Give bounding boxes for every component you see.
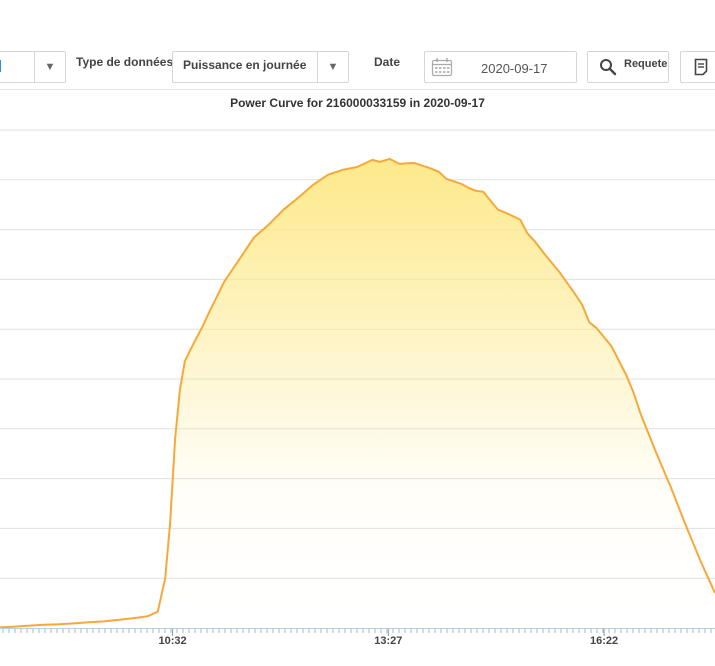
x-tick-label: 16:22 (590, 635, 618, 647)
x-minor-ticks (2, 629, 712, 633)
x-tick-label: 13:27 (374, 635, 402, 647)
x-tick-label: 10:32 (159, 635, 187, 647)
power-curve-chart: 10:32 13:27 16:22 (0, 129, 715, 647)
